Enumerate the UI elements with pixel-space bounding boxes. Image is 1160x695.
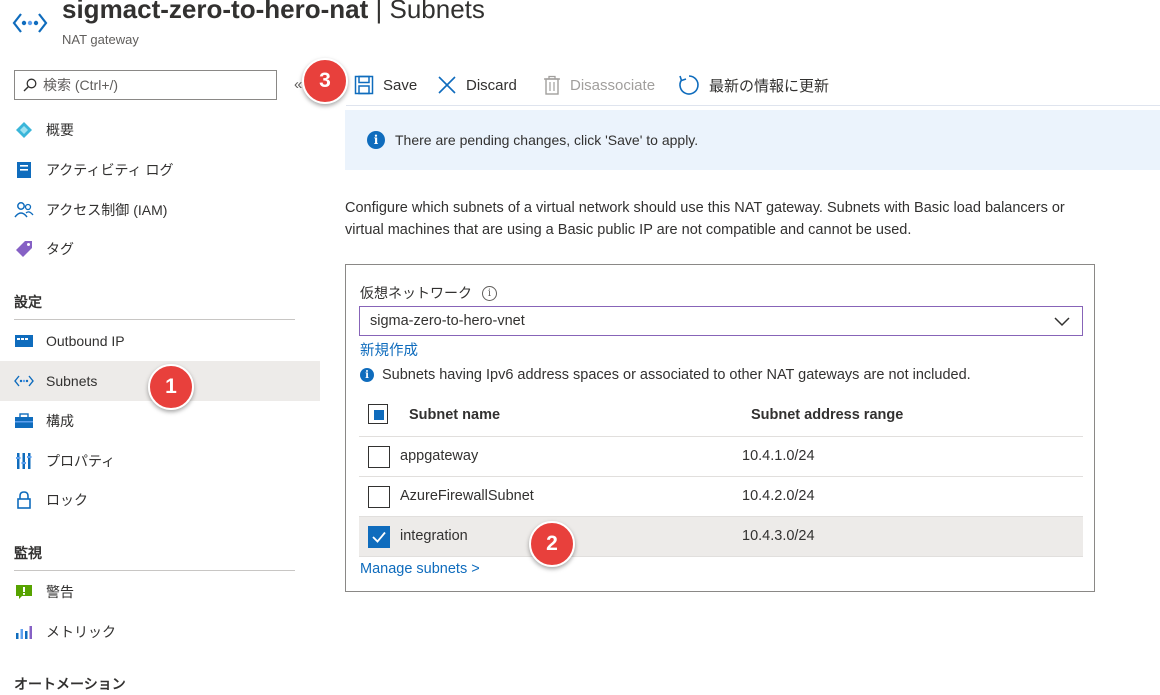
- save-icon: [354, 75, 374, 95]
- close-icon: [438, 76, 456, 94]
- sidebar-item-label: 警告: [46, 584, 74, 600]
- sidebar-item-metrics[interactable]: メトリック: [0, 612, 320, 652]
- vnet-label-text: 仮想ネットワーク: [360, 285, 472, 301]
- table-row[interactable]: appgateway 10.4.1.0/24: [359, 437, 1083, 477]
- configuration-icon: [14, 411, 34, 431]
- lock-icon: [14, 490, 34, 510]
- vnet-dropdown[interactable]: sigma-zero-to-hero-vnet: [359, 306, 1083, 336]
- subnet-name: integration: [400, 528, 468, 544]
- nat-gateway-icon: [12, 10, 48, 36]
- table-row[interactable]: AzureFirewallSubnet 10.4.2.0/24: [359, 477, 1083, 517]
- sidebar-item-tags[interactable]: タグ: [0, 229, 320, 269]
- sidebar-item-outbound-ip[interactable]: Outbound IP: [0, 321, 320, 361]
- overview-icon: [14, 120, 34, 140]
- create-new-link[interactable]: 新規作成: [360, 339, 418, 360]
- alert-icon: [14, 582, 34, 602]
- column-header-range: Subnet address range: [751, 407, 904, 423]
- disassociate-label: Disassociate: [570, 76, 656, 94]
- subnet-name: AzureFirewallSubnet: [400, 488, 534, 504]
- column-header-name: Subnet name: [409, 407, 501, 423]
- sidebar-item-label: タグ: [46, 241, 74, 257]
- subnet-range: 10.4.3.0/24: [742, 528, 815, 544]
- sidebar-item-overview[interactable]: 概要: [0, 110, 320, 150]
- disassociate-button[interactable]: Disassociate: [543, 70, 655, 100]
- sidebar-item-label: 構成: [46, 413, 74, 429]
- sidebar-item-lock[interactable]: ロック: [0, 480, 320, 520]
- banner-text: There are pending changes, click 'Save' …: [395, 132, 699, 148]
- sidebar-item-label: アクセス制御 (IAM): [46, 202, 168, 218]
- refresh-label: 最新の情報に更新: [709, 77, 830, 95]
- info-icon[interactable]: i: [482, 285, 497, 301]
- annotation-badge-2: 2: [529, 521, 575, 567]
- vnet-field-label: 仮想ネットワーク i: [360, 283, 497, 303]
- note-text: Subnets having Ipv6 address spaces or as…: [382, 367, 971, 383]
- sidebar-item-iam[interactable]: アクセス制御 (IAM): [0, 190, 320, 230]
- checkmark-icon: [372, 531, 386, 543]
- sidebar-item-properties[interactable]: プロパティ: [0, 441, 320, 481]
- discard-label: Discard: [466, 76, 517, 94]
- search-icon: [23, 78, 37, 92]
- chevron-down-icon: [1054, 317, 1070, 327]
- iam-icon: [14, 200, 34, 220]
- save-button[interactable]: Save: [354, 70, 417, 100]
- pending-changes-banner: i There are pending changes, click 'Save…: [345, 110, 1160, 170]
- sidebar-item-activity-log[interactable]: アクティビティ ログ: [0, 150, 320, 190]
- activity-log-icon: [14, 160, 34, 180]
- page-title: sigmact-zero-to-hero-nat | Subnets: [62, 0, 485, 25]
- table-row[interactable]: integration 10.4.3.0/24: [359, 517, 1083, 557]
- outbound-ip-icon: [14, 331, 34, 351]
- sidebar-item-alerts[interactable]: 警告: [0, 572, 320, 612]
- search-placeholder: 検索 (Ctrl+/): [43, 77, 119, 93]
- sidebar-item-label: 概要: [46, 122, 74, 138]
- annotation-badge-1: 1: [148, 364, 194, 410]
- annotation-badge-3: 3: [302, 58, 348, 104]
- subnet-range: 10.4.1.0/24: [742, 448, 815, 464]
- discard-button[interactable]: Discard: [437, 70, 517, 100]
- resource-type: NAT gateway: [62, 32, 139, 47]
- section-header-monitoring: 監視: [14, 545, 42, 561]
- section-header-settings: 設定: [14, 294, 42, 310]
- row-checkbox[interactable]: [368, 486, 390, 508]
- subnet-name: appgateway: [400, 448, 479, 464]
- sidebar-search-input[interactable]: 検索 (Ctrl+/): [14, 70, 277, 100]
- tag-icon: [14, 239, 34, 259]
- info-icon: i: [360, 368, 374, 382]
- table-header: Subnet name Subnet address range: [359, 395, 1083, 437]
- sidebar-item-label: Subnets: [46, 373, 98, 389]
- sidebar-item-label: メトリック: [46, 624, 116, 640]
- trash-icon: [544, 75, 560, 95]
- save-label: Save: [383, 76, 418, 94]
- manage-subnets-link[interactable]: Manage subnets >: [360, 561, 480, 577]
- metrics-icon: [14, 622, 34, 642]
- section-header-automation: オートメーション: [14, 676, 126, 692]
- sidebar-item-label: プロパティ: [46, 453, 116, 469]
- sidebar-item-label: アクティビティ ログ: [46, 162, 174, 178]
- ipv6-note: i Subnets having Ipv6 address spaces or …: [360, 367, 971, 383]
- subnets-icon: [14, 371, 34, 391]
- sidebar-item-label: Outbound IP: [46, 333, 125, 349]
- blade-name: Subnets: [389, 0, 485, 24]
- subnet-range: 10.4.2.0/24: [742, 488, 815, 504]
- properties-icon: [14, 451, 34, 471]
- description-text: Configure which subnets of a virtual net…: [345, 200, 1065, 238]
- sidebar-item-label: ロック: [46, 492, 88, 508]
- section-divider: [14, 319, 295, 320]
- select-all-checkbox[interactable]: [368, 404, 388, 424]
- section-divider: [14, 570, 295, 571]
- title-separator: |: [375, 0, 383, 24]
- vnet-selected-value: sigma-zero-to-hero-vnet: [370, 313, 525, 329]
- info-icon: i: [367, 131, 385, 149]
- refresh-icon: [679, 75, 699, 95]
- row-checkbox[interactable]: [368, 446, 390, 468]
- resource-name: sigmact-zero-to-hero-nat: [62, 0, 369, 24]
- refresh-button[interactable]: 最新の情報に更新: [678, 70, 829, 100]
- row-checkbox[interactable]: [368, 526, 390, 548]
- subnet-config-panel: 仮想ネットワーク i sigma-zero-to-hero-vnet 新規作成 …: [345, 264, 1095, 592]
- toolbar-divider: [346, 105, 1160, 106]
